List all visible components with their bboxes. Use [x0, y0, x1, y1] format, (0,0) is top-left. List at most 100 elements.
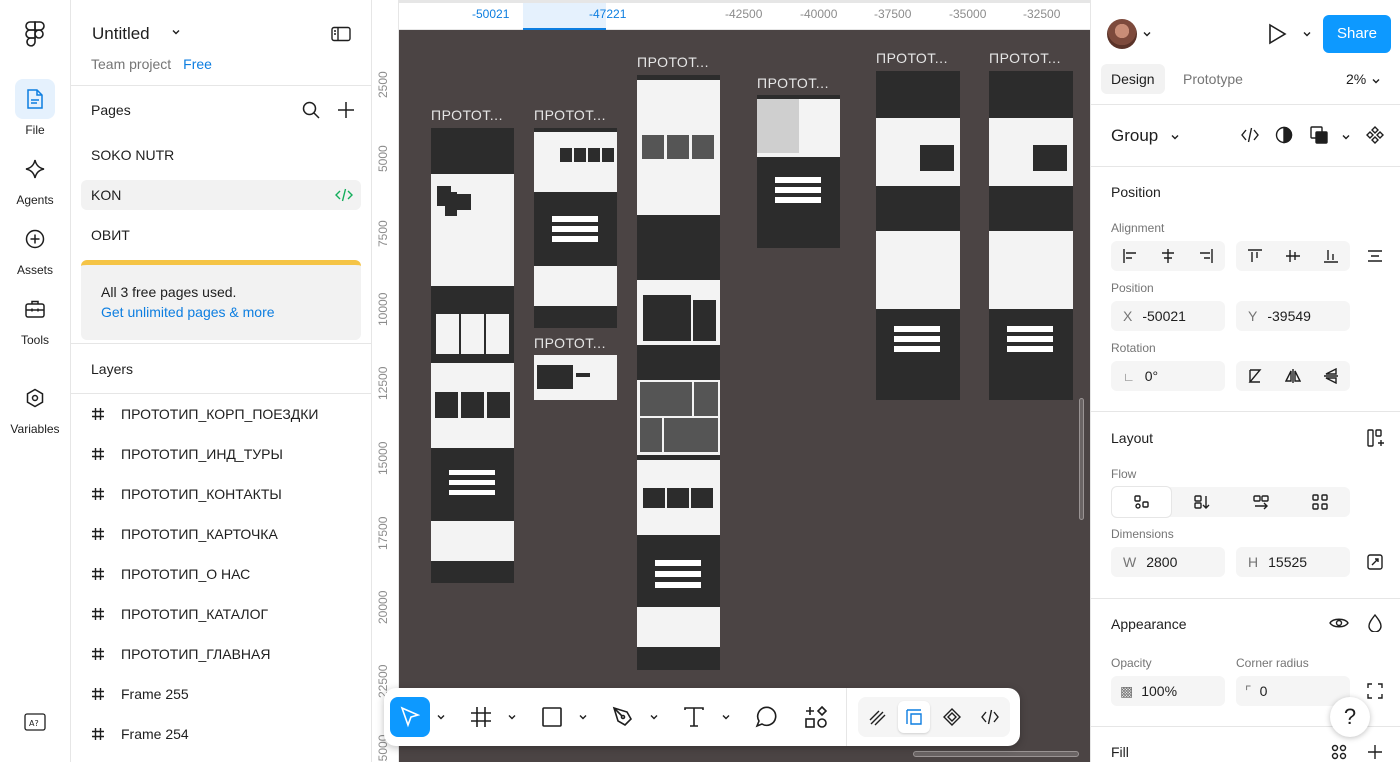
frame-label[interactable]: ПРОТОТ... [757, 75, 829, 91]
frame-label[interactable]: ПРОТОТ... [989, 50, 1061, 66]
avatar[interactable] [1107, 19, 1137, 49]
flow-freeform-button[interactable] [1112, 487, 1172, 517]
rotation-field[interactable]: ∟ 0° [1111, 361, 1225, 391]
layer-item[interactable]: ПРОТОТИП_КОНТАКТЫ [91, 484, 282, 504]
chevron-down-icon[interactable] [507, 712, 517, 722]
code-icon[interactable] [1240, 126, 1260, 144]
prototype-frame[interactable] [757, 95, 840, 248]
layer-item[interactable]: Frame 254 [91, 724, 189, 744]
align-bottom-button[interactable] [1312, 241, 1350, 271]
chevron-down-icon[interactable] [649, 712, 659, 722]
rail-item-file[interactable]: File [0, 79, 70, 137]
zoom-level[interactable]: 2% [1346, 71, 1366, 87]
chevron-down-icon[interactable] [1341, 132, 1351, 142]
frame-label[interactable]: ПРОТОТ... [637, 54, 709, 70]
align-right-button[interactable] [1187, 241, 1225, 271]
rail-item-variables[interactable]: Variables [0, 378, 70, 436]
align-top-button[interactable] [1236, 241, 1274, 271]
rail-item-tools[interactable]: Tools [0, 289, 70, 347]
chevron-down-icon[interactable] [171, 27, 181, 37]
flow-horizontal-button[interactable] [1232, 487, 1291, 517]
align-left-button[interactable] [1111, 241, 1149, 271]
selection-type[interactable]: Group [1111, 126, 1158, 146]
boolean-icon[interactable] [1310, 126, 1328, 144]
layer-item[interactable]: Frame 255 [91, 684, 189, 704]
opacity-field[interactable]: ▩ 100% [1111, 676, 1225, 706]
text-tool-button[interactable] [674, 697, 714, 737]
independent-corners-icon[interactable] [1367, 683, 1383, 699]
prototype-frame[interactable] [876, 71, 960, 400]
plan-badge[interactable]: Free [183, 56, 212, 72]
pen-tool-button[interactable] [603, 697, 643, 737]
flip-vertical-button[interactable] [1312, 361, 1350, 391]
move-tool-button[interactable] [390, 697, 430, 737]
frame-label[interactable]: ПРОТОТ... [534, 335, 606, 351]
align-center-h-button[interactable] [1149, 241, 1187, 271]
add-page-icon[interactable] [337, 101, 355, 119]
share-button[interactable]: Share [1323, 15, 1391, 53]
width-field[interactable]: W 2800 [1111, 547, 1225, 577]
prototype-frame[interactable] [534, 128, 617, 328]
page-item-selected[interactable]: KON [81, 180, 361, 210]
rotate-button[interactable] [1236, 361, 1274, 391]
vertical-scrollbar[interactable] [1079, 398, 1084, 520]
add-fill-icon[interactable] [1367, 744, 1383, 760]
frame-label[interactable]: ПРОТОТ... [431, 107, 503, 123]
sidebar-toggle-icon[interactable] [331, 26, 351, 42]
chevron-down-icon[interactable] [1302, 29, 1312, 39]
tab-design[interactable]: Design [1101, 64, 1165, 94]
figma-logo-icon[interactable] [24, 21, 46, 47]
prototype-frame[interactable] [989, 71, 1073, 400]
frame-label[interactable]: ПРОТОТ... [876, 50, 948, 66]
flow-grid-button[interactable] [1291, 487, 1350, 517]
create-component-icon[interactable] [1366, 126, 1384, 144]
chevron-down-icon[interactable] [578, 712, 588, 722]
mask-icon[interactable] [1275, 126, 1293, 144]
chevron-down-icon[interactable] [1142, 29, 1152, 39]
search-icon[interactable] [302, 101, 320, 119]
upsell-link[interactable]: Get unlimited pages & more [101, 302, 341, 322]
page-item[interactable]: SOKO NUTR [81, 140, 361, 170]
actions-button[interactable] [796, 697, 836, 737]
design-mode-button[interactable] [898, 701, 930, 733]
layer-item[interactable]: ПРОТОТИП_ГЛАВНАЯ [91, 644, 270, 664]
prototype-frame[interactable] [534, 355, 617, 400]
prototype-frame[interactable] [431, 128, 514, 583]
flow-vertical-button[interactable] [1172, 487, 1231, 517]
layer-item[interactable]: ПРОТОТИП_КАТАЛОГ [91, 604, 268, 624]
chevron-down-icon[interactable] [1170, 132, 1180, 142]
align-middle-button[interactable] [1274, 241, 1312, 271]
chevron-down-icon[interactable] [436, 712, 446, 722]
dev-mode-button[interactable] [974, 701, 1006, 733]
draw-mode-button[interactable] [862, 701, 894, 733]
prototype-frame[interactable] [637, 75, 720, 670]
corner-radius-field[interactable]: ⌜ 0 [1236, 676, 1350, 706]
resize-icon[interactable] [1367, 554, 1383, 570]
frame-label[interactable]: ПРОТОТ... [534, 107, 606, 123]
horizontal-scrollbar[interactable] [913, 751, 1079, 757]
drop-icon[interactable] [1368, 614, 1382, 632]
play-icon[interactable] [1267, 23, 1287, 45]
styles-icon[interactable] [1331, 744, 1347, 760]
file-title[interactable]: Untitled [92, 24, 150, 44]
layer-item[interactable]: ПРОТОТИП_КОРП_ПОЕЗДКИ [91, 404, 318, 424]
distribute-icon[interactable] [1367, 248, 1383, 264]
rail-item-assets[interactable]: Assets [0, 219, 70, 277]
height-field[interactable]: H 15525 [1236, 547, 1350, 577]
component-mode-button[interactable] [936, 701, 968, 733]
rail-item-agents[interactable]: Agents [0, 149, 70, 207]
help-button[interactable]: ? [1330, 697, 1370, 737]
eye-icon[interactable] [1329, 616, 1349, 630]
page-item[interactable]: ОВИТ [81, 220, 361, 250]
chevron-down-icon[interactable] [1371, 76, 1381, 86]
chevron-down-icon[interactable] [721, 712, 731, 722]
flip-horizontal-button[interactable] [1274, 361, 1312, 391]
x-position-field[interactable]: X -50021 [1111, 301, 1225, 331]
frame-tool-button[interactable] [461, 697, 501, 737]
text-size-icon[interactable]: A? [24, 712, 46, 732]
layer-item[interactable]: ПРОТОТИП_КАРТОЧКА [91, 524, 278, 544]
comment-tool-button[interactable] [746, 697, 786, 737]
tab-prototype[interactable]: Prototype [1173, 64, 1253, 94]
y-position-field[interactable]: Y -39549 [1236, 301, 1350, 331]
auto-layout-icon[interactable] [1367, 429, 1385, 447]
